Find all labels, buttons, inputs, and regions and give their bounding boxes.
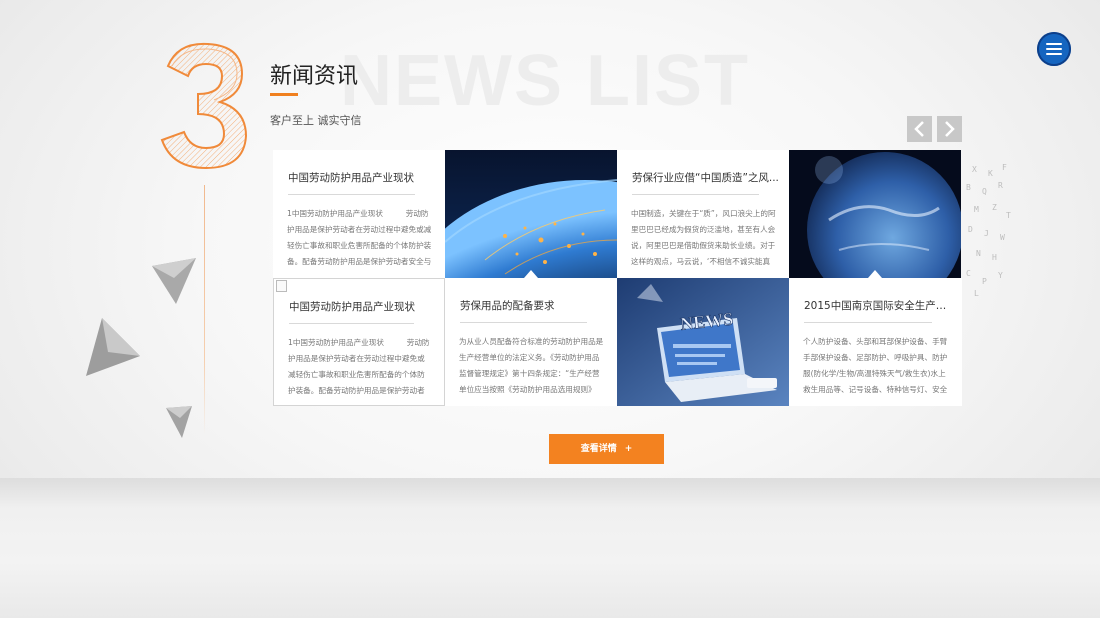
chevron-right-icon — [945, 121, 955, 137]
divider — [288, 194, 415, 195]
svg-text:Q: Q — [982, 187, 987, 196]
svg-text:X: X — [972, 165, 977, 174]
svg-text:R: R — [998, 181, 1003, 190]
news-card-summary: 1中国劳动防护用品产业现状 劳动防护用品是保护劳动者在劳动过程中避免或减轻伤亡事… — [287, 209, 432, 266]
news-card-title[interactable]: 2015中国南京国际安全生产及... — [804, 298, 952, 313]
section-number-3 — [160, 42, 248, 170]
view-details-label: 查看详情 — [580, 444, 617, 454]
news-card[interactable]: 中国劳动防护用品产业现状 1中国劳动防护用品产业现状 劳动防护用品是保护劳动者在… — [273, 278, 445, 406]
divider — [460, 322, 587, 323]
svg-text:N: N — [976, 249, 981, 258]
svg-text:Y: Y — [998, 271, 1003, 280]
card-notch — [868, 270, 882, 278]
svg-text:D: D — [968, 225, 973, 234]
svg-text:J: J — [984, 229, 989, 238]
news-card[interactable]: 劳保用品的配备要求 为从业人员配备符合标准的劳动防护用品是生产经营单位的法定义务… — [445, 278, 617, 406]
card-notch — [524, 270, 538, 278]
svg-text:K: K — [988, 169, 993, 178]
news-card-title[interactable]: 劳保行业应借“中国质造”之风... — [632, 170, 779, 185]
background-title: NEWS LIST — [340, 41, 750, 121]
earth-city-lights-image[interactable] — [445, 150, 617, 278]
news-card-summary: 1中国劳动防护用品产业现状 劳动防护用品是保护劳动者在劳动过程中避免或减轻伤亡事… — [288, 338, 430, 395]
svg-text:W: W — [1000, 233, 1005, 242]
chevron-left-icon — [914, 121, 924, 137]
news-card-title[interactable]: 中国劳动防护用品产业现状 — [288, 170, 435, 185]
svg-text:B: B — [966, 183, 971, 192]
svg-text:L: L — [974, 289, 979, 298]
view-details-button[interactable]: 查看详情 + — [549, 434, 664, 464]
news-card[interactable]: 劳保行业应借“中国质造”之风... 中国制造，关键在于“质”，风口浪尖上的阿里巴… — [617, 150, 789, 278]
news-card-summary: 中国制造，关键在于“质”，风口浪尖上的阿里巴巴已经成为假货的泛滥地，甚至有人会说… — [631, 209, 776, 266]
broken-image-icon — [276, 280, 287, 292]
timeline-line — [204, 185, 205, 435]
news-card-title[interactable]: 中国劳动防护用品产业现状 — [289, 299, 434, 314]
divider — [289, 323, 414, 324]
plus-icon: + — [624, 444, 633, 454]
svg-text:C: C — [966, 269, 971, 278]
news-card[interactable]: 2015中国南京国际安全生产及... 个人防护设备、头部和耳部保护设备、手臂手部… — [789, 278, 962, 406]
news-card-summary: 个人防护设备、头部和耳部保护设备、手臂手部保护设备、足部防护、呼吸护具、防护服(… — [803, 337, 948, 394]
background-floor — [0, 478, 1100, 618]
decorative-shard — [166, 406, 192, 438]
section-title: 新闻资讯 — [270, 64, 359, 89]
title-underline — [270, 93, 298, 96]
news-card[interactable]: 中国劳动防护用品产业现状 1中国劳动防护用品产业现状 劳动防护用品是保护劳动者在… — [273, 150, 445, 278]
carousel-prev-button[interactable] — [907, 116, 932, 142]
section-subtitle: 客户至上 诚实守信 — [270, 114, 362, 127]
decorative-shard — [86, 318, 140, 376]
svg-text:P: P — [982, 277, 987, 286]
svg-text:Z: Z — [992, 203, 997, 212]
divider — [632, 194, 759, 195]
earth-from-space-image[interactable] — [789, 150, 961, 278]
svg-text:F: F — [1002, 163, 1007, 172]
news-grid: 中国劳动防护用品产业现状 1中国劳动防护用品产业现状 劳动防护用品是保护劳动者在… — [273, 150, 962, 407]
news-card-summary: 为从业人员配备符合标准的劳动防护用品是生产经营单位的法定义务。《劳动防护用品监督… — [459, 337, 604, 394]
carousel-next-button[interactable] — [937, 116, 962, 142]
hamburger-menu-icon[interactable] — [1037, 32, 1071, 66]
news-laptop-image[interactable]: NEWS — [617, 278, 789, 406]
svg-text:H: H — [992, 253, 997, 262]
svg-text:M: M — [974, 205, 979, 214]
svg-text:T: T — [1006, 211, 1011, 220]
letter-cloud-decoration: X KF B Q R M ZT D J W N H C P Y L — [966, 163, 1011, 298]
decorative-shard — [152, 258, 196, 304]
news-card-title[interactable]: 劳保用品的配备要求 — [460, 298, 607, 313]
divider — [804, 322, 932, 323]
